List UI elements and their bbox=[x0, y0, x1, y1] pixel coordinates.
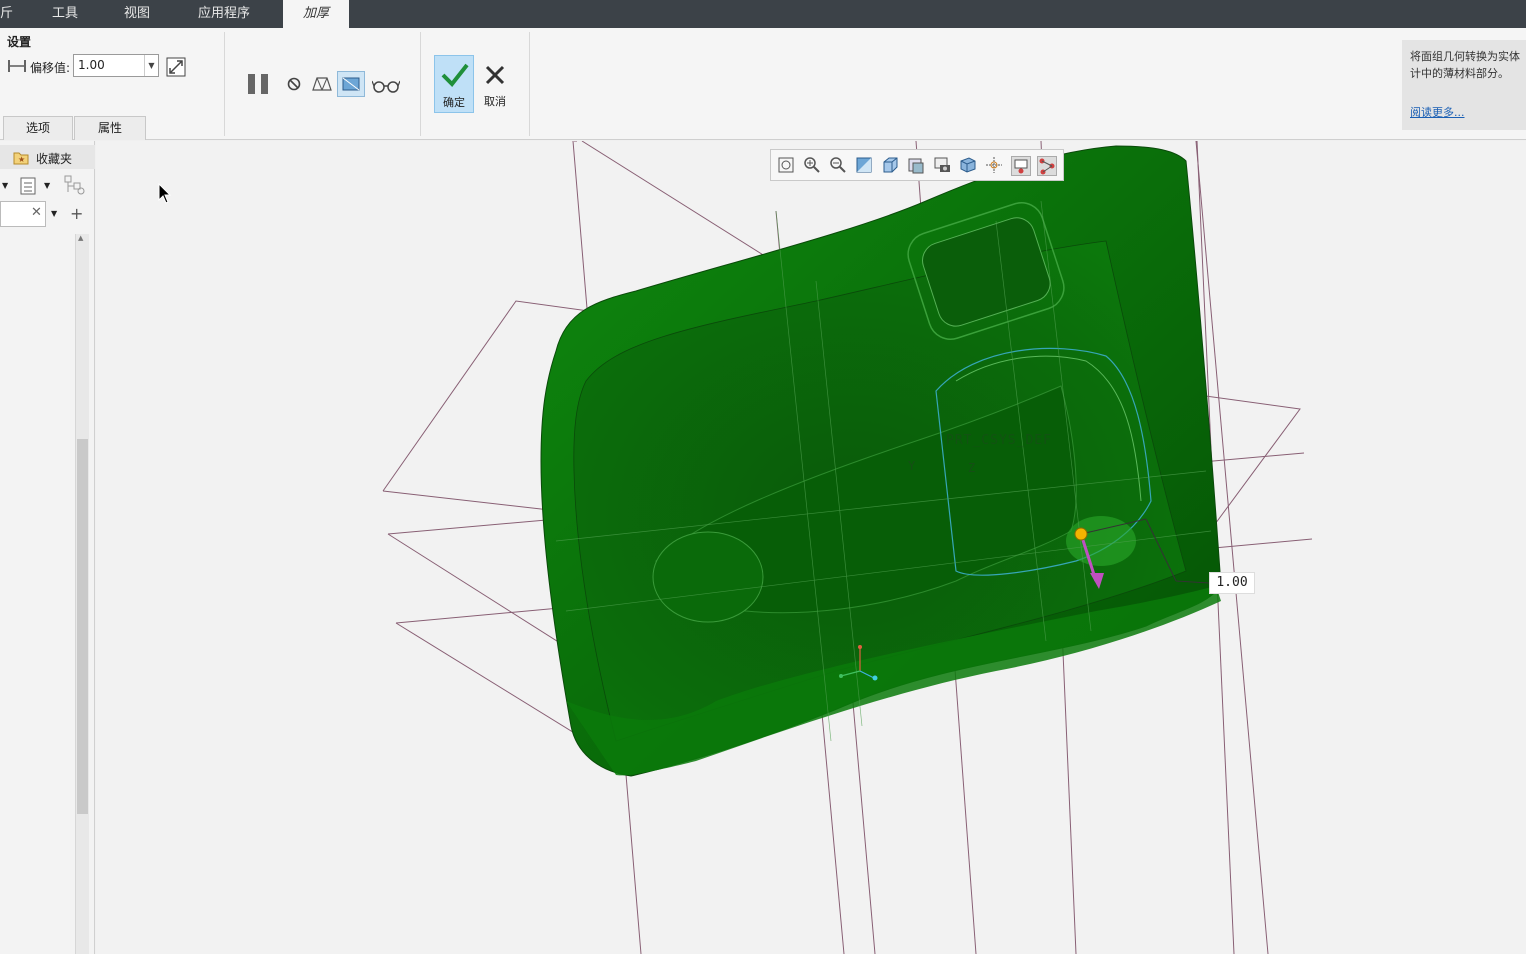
favorites-label: 收藏夹 bbox=[36, 152, 73, 166]
svg-text:★: ★ bbox=[18, 155, 25, 164]
perspective-view-icon[interactable] bbox=[959, 156, 979, 176]
folder-star-icon: ★ bbox=[13, 149, 29, 168]
offset-value-text: 1.00 bbox=[78, 58, 105, 72]
tree-list-icon[interactable] bbox=[20, 177, 36, 198]
menu-bar: 斤 工具 视图 应用程序 加厚 bbox=[0, 0, 1526, 28]
verify-icon[interactable] bbox=[337, 71, 365, 97]
model-scene bbox=[382, 141, 1313, 954]
glasses-preview-icon[interactable] bbox=[371, 78, 401, 97]
display-style-icon[interactable] bbox=[881, 156, 901, 176]
model-tree-panel: ★ 收藏夹 ▼ ▼ ✕ ▼ + ▲ bbox=[0, 141, 95, 954]
tab-properties[interactable]: 属性 bbox=[74, 116, 146, 140]
graphics-viewport[interactable]: PRT_CSYS_DEF Y Z 1.00 bbox=[96, 141, 1526, 954]
geometry-preview-icon[interactable] bbox=[311, 74, 333, 97]
scrollbar-thumb[interactable] bbox=[77, 439, 88, 814]
tree-scrollbar[interactable]: ▲ bbox=[75, 234, 89, 954]
favorites-row[interactable]: ★ 收藏夹 bbox=[0, 145, 95, 169]
view-toolbar bbox=[770, 149, 1064, 181]
check-icon bbox=[441, 62, 469, 91]
menu-item-tools[interactable]: 工具 bbox=[52, 0, 78, 28]
axis-y-label: Y bbox=[908, 459, 916, 473]
chevron-down-icon[interactable]: ▼ bbox=[51, 209, 57, 218]
menu-item-view[interactable]: 视图 bbox=[124, 0, 150, 28]
tree-search-input[interactable]: ✕ bbox=[0, 201, 46, 227]
zoom-out-icon[interactable] bbox=[829, 156, 849, 176]
tab-options[interactable]: 选项 bbox=[3, 116, 73, 140]
menu-item-partial[interactable]: 斤 bbox=[0, 0, 13, 28]
offset-label: 偏移值: bbox=[30, 61, 71, 75]
tree-filter-icon[interactable] bbox=[64, 175, 86, 198]
cancel-label: 取消 bbox=[484, 95, 506, 108]
mouse-cursor-icon bbox=[158, 182, 172, 208]
chevron-down-icon[interactable]: ▼ bbox=[2, 181, 8, 190]
help-text: 将面组几何转换为实体 计中的薄材料部分。 bbox=[1410, 48, 1526, 82]
saved-orientations-icon[interactable] bbox=[907, 156, 927, 176]
pause-icon[interactable] bbox=[247, 73, 271, 98]
menu-item-applications[interactable]: 应用程序 bbox=[198, 0, 250, 28]
annotation-display-icon[interactable] bbox=[1011, 156, 1031, 176]
clear-icon[interactable]: ✕ bbox=[31, 205, 42, 220]
flip-direction-icon[interactable] bbox=[166, 57, 186, 80]
view-manager-icon[interactable] bbox=[933, 156, 953, 176]
ok-button[interactable]: 确定 bbox=[434, 55, 474, 113]
help-text-line-2: 计中的薄材料部分。 bbox=[1410, 67, 1509, 80]
repaint-icon[interactable] bbox=[855, 156, 875, 176]
ribbon: 设置 偏移值: 1.00 ▼ 选项 属性 确定 取消 将面组几何转换为实体 计中… bbox=[0, 28, 1526, 140]
axis-z-label: Z bbox=[968, 461, 976, 475]
group-divider bbox=[224, 32, 225, 136]
datum-display-icon[interactable] bbox=[985, 156, 1005, 176]
chevron-down-icon[interactable]: ▼ bbox=[144, 55, 158, 76]
offset-value-input[interactable]: 1.00 ▼ bbox=[73, 54, 159, 77]
zoom-in-icon[interactable] bbox=[803, 156, 823, 176]
chevron-down-icon[interactable]: ▼ bbox=[44, 181, 50, 190]
refit-icon[interactable] bbox=[777, 156, 797, 176]
spin-center-icon[interactable] bbox=[1037, 156, 1057, 176]
group-divider bbox=[529, 32, 530, 136]
x-icon bbox=[485, 65, 505, 88]
cancel-button[interactable]: 取消 bbox=[478, 55, 512, 113]
group-divider bbox=[420, 32, 421, 136]
scroll-up-icon[interactable]: ▲ bbox=[78, 234, 83, 242]
width-dimension-icon bbox=[7, 58, 27, 77]
read-more-link[interactable]: 阅读更多... bbox=[1410, 104, 1465, 120]
thickened-solid bbox=[540, 145, 1222, 777]
help-panel: 将面组几何转换为实体 计中的薄材料部分。 阅读更多... bbox=[1402, 40, 1526, 130]
settings-group-title: 设置 bbox=[7, 35, 32, 49]
csys-label: PRT_CSYS_DEF bbox=[946, 433, 1052, 448]
add-icon[interactable]: + bbox=[70, 204, 83, 223]
thickness-dimension-label[interactable]: 1.00 bbox=[1209, 572, 1255, 594]
help-text-line-1: 将面组几何转换为实体 bbox=[1410, 50, 1520, 63]
tab-thicken[interactable]: 加厚 bbox=[283, 0, 350, 28]
ok-label: 确定 bbox=[443, 96, 465, 109]
no-preview-icon[interactable] bbox=[286, 76, 302, 95]
